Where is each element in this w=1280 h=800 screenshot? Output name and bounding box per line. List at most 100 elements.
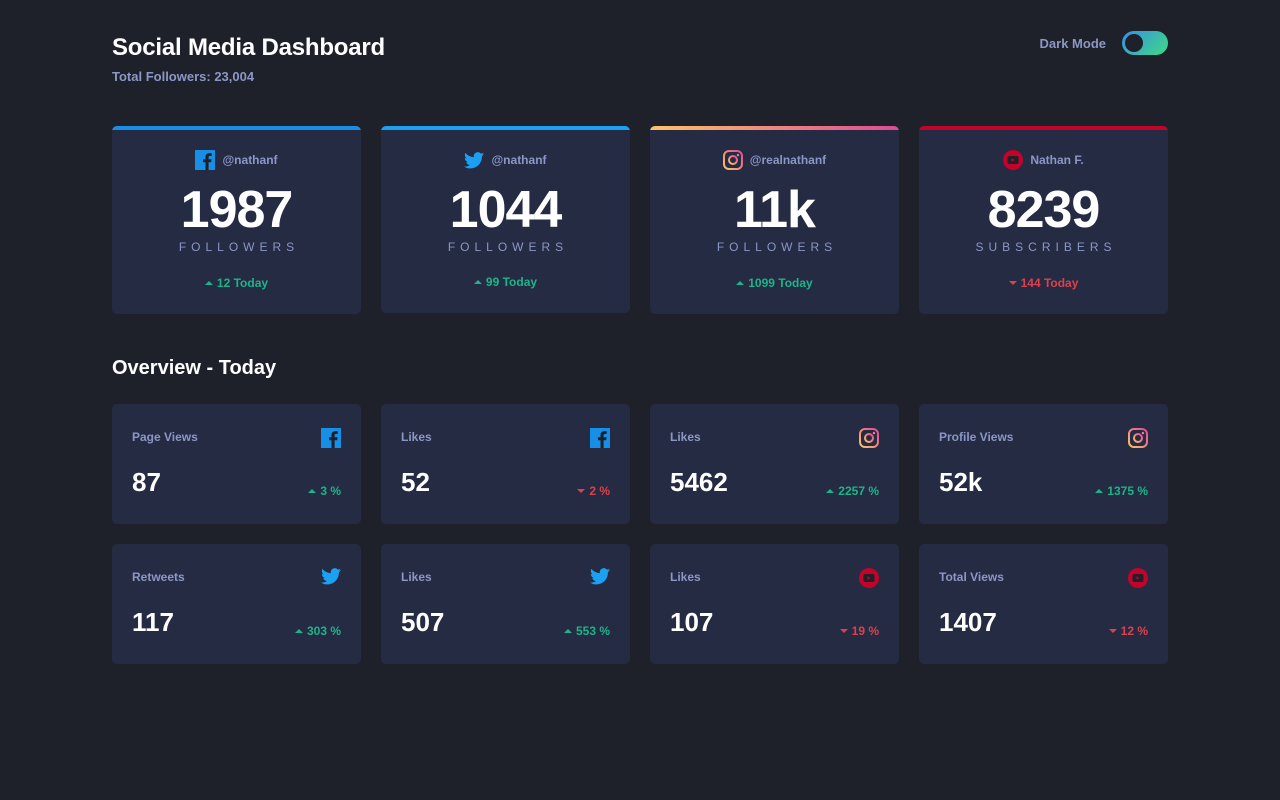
today-change-value: 1099 Today [748, 276, 813, 290]
metric-label: Likes [401, 430, 432, 444]
card-accent-bar [650, 126, 899, 130]
toggle-knob [1125, 34, 1143, 52]
dark-mode-toggle[interactable] [1122, 31, 1168, 55]
metric-label: Likes [401, 570, 432, 584]
today-change-value: 144 Today [1020, 276, 1079, 290]
today-change: 144 Today [919, 276, 1168, 290]
overview-card-twitter-retweets[interactable]: Retweets 117 303 % [112, 544, 361, 664]
metric-change-value: 553 % [575, 624, 610, 638]
overview-card-twitter-likes[interactable]: Likes 507 553 % [381, 544, 630, 664]
metric-value: 507 [401, 607, 445, 637]
today-change: 99 Today [381, 275, 630, 289]
follower-card-instagram[interactable]: @realnathanf 11k FOLLOWERS 1099 Today [650, 126, 899, 314]
instagram-icon [859, 428, 879, 448]
metric-value: 5462 [670, 467, 728, 497]
arrow-up-icon [308, 489, 317, 493]
follower-count: 8239 [987, 181, 1101, 239]
handle-row: @nathanf [381, 150, 630, 170]
handle: @realnathanf [749, 153, 827, 167]
overview-card-facebook-likes[interactable]: Likes 52 2 % [381, 404, 630, 524]
metric-change: 12 % [1108, 624, 1148, 638]
metric-value: 52 [401, 467, 430, 497]
facebook-icon [321, 428, 341, 448]
arrow-down-icon [577, 489, 586, 493]
overview-card-instagram-profile-views[interactable]: Profile Views 52k 1375 % [919, 404, 1168, 524]
twitter-icon [464, 151, 485, 169]
metric-change-value: 1375 % [1107, 484, 1148, 498]
follower-card-facebook[interactable]: @nathanf 1987 FOLLOWERS 12 Today [112, 126, 361, 314]
metric-change-value: 12 % [1120, 624, 1148, 638]
card-accent-bar [919, 126, 1168, 130]
overview-title: Overview - Today [112, 357, 277, 379]
follower-card-twitter[interactable]: @nathanf 1044 FOLLOWERS 99 Today [381, 126, 630, 313]
metric-change: 2 % [577, 484, 610, 498]
arrow-down-icon [1108, 629, 1117, 633]
metric-change: 303 % [294, 624, 341, 638]
overview-card-youtube-total-views[interactable]: Total Views 1407 12 % [919, 544, 1168, 664]
follower-unit: FOLLOWERS [716, 240, 838, 254]
arrow-up-icon [294, 629, 303, 633]
follower-card-youtube[interactable]: Nathan F. 8239 SUBSCRIBERS 144 Today [919, 126, 1168, 314]
total-followers: Total Followers: 23,004 [112, 69, 255, 84]
metric-value: 52k [939, 467, 983, 497]
arrow-up-icon [204, 281, 213, 285]
metric-label: Retweets [132, 570, 185, 584]
card-accent-bar [381, 126, 630, 130]
page-title: Social Media Dashboard [112, 34, 386, 61]
metric-value: 1407 [939, 607, 997, 637]
arrow-up-icon [736, 281, 745, 285]
overview-card-instagram-likes[interactable]: Likes 5462 2257 % [650, 404, 899, 524]
metric-change: 19 % [839, 624, 879, 638]
card-accent-bar [112, 126, 361, 130]
metric-change: 3 % [308, 484, 341, 498]
metric-value: 87 [132, 467, 161, 497]
arrow-up-icon [563, 629, 572, 633]
metric-change-value: 2 % [589, 484, 610, 498]
youtube-icon [1128, 568, 1148, 588]
handle: @nathanf [491, 153, 547, 167]
today-change: 1099 Today [650, 276, 899, 290]
handle-row: Nathan F. [919, 150, 1168, 170]
facebook-icon [195, 150, 216, 170]
overview-card-facebook-page-views[interactable]: Page Views 87 3 % [112, 404, 361, 524]
follower-unit: FOLLOWERS [178, 240, 300, 254]
metric-label: Page Views [132, 430, 198, 444]
metric-change: 553 % [563, 624, 610, 638]
instagram-icon [722, 150, 743, 170]
overview-card-youtube-likes[interactable]: Likes 107 19 % [650, 544, 899, 664]
metric-change: 1375 % [1095, 484, 1148, 498]
instagram-icon [1128, 428, 1148, 448]
youtube-icon [859, 568, 879, 588]
today-change-value: 99 Today [485, 275, 538, 289]
arrow-up-icon [826, 489, 835, 493]
metric-change: 2257 % [826, 484, 879, 498]
handle-row: @nathanf [112, 150, 361, 170]
arrow-down-icon [839, 629, 848, 633]
handle: Nathan F. [1030, 153, 1084, 167]
twitter-icon [321, 568, 341, 588]
metric-label: Likes [670, 430, 701, 444]
youtube-icon [1003, 150, 1024, 170]
metric-change-value: 303 % [306, 624, 341, 638]
overview-cards: Page Views 87 3 % Likes 52 2 % Likes 546… [112, 404, 1168, 664]
facebook-icon [590, 428, 610, 448]
metric-change-value: 3 % [320, 484, 341, 498]
follower-unit: SUBSCRIBERS [975, 240, 1117, 254]
arrow-up-icon [1095, 489, 1104, 493]
handle-row: @realnathanf [650, 150, 899, 170]
dark-mode-control: Dark Mode [1040, 31, 1168, 55]
follower-count: 1044 [449, 181, 563, 239]
today-change-value: 12 Today [216, 276, 269, 290]
metric-label: Total Views [939, 570, 1004, 584]
arrow-down-icon [1008, 281, 1017, 285]
arrow-up-icon [473, 280, 482, 284]
twitter-icon [590, 568, 610, 588]
follower-count: 11k [734, 181, 816, 239]
metric-change-value: 2257 % [838, 484, 879, 498]
metric-label: Profile Views [939, 430, 1014, 444]
header-block: Social Media Dashboard Total Followers: … [112, 34, 385, 84]
metric-label: Likes [670, 570, 701, 584]
follower-cards: @nathanf 1987 FOLLOWERS 12 Today @nathan… [112, 126, 1168, 314]
today-change: 12 Today [112, 276, 361, 290]
follower-count: 1987 [180, 181, 294, 239]
